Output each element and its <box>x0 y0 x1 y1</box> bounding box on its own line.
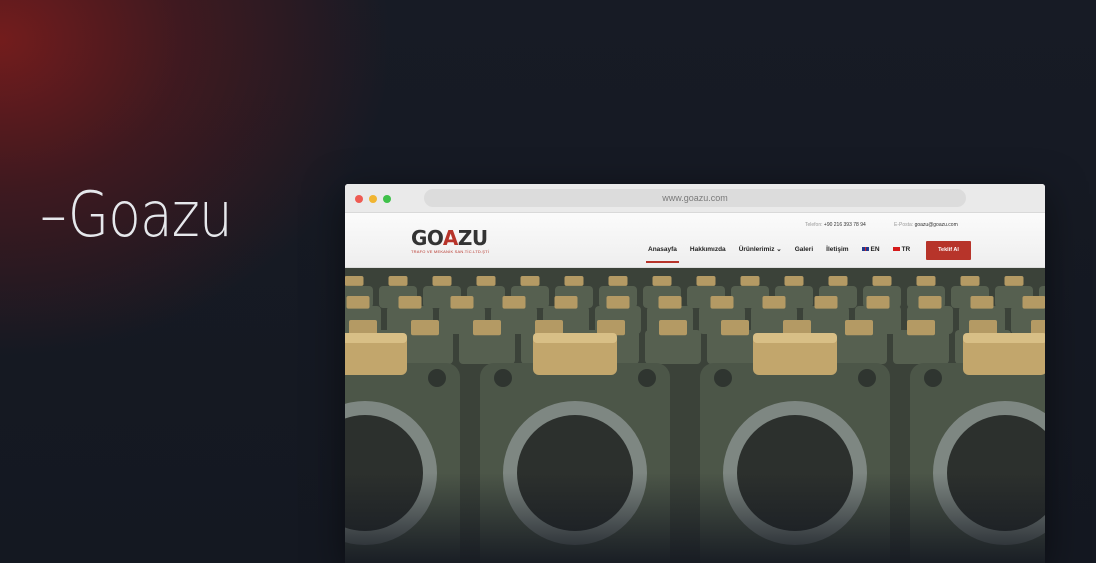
main-nav: Anasayfa Hakkımızda Ürünlerimiz ⌄ Galeri… <box>646 245 923 263</box>
window-maximize-dot[interactable] <box>383 195 391 203</box>
hero-image <box>345 268 1045 563</box>
page-title: –Goazu <box>40 178 233 251</box>
nav-item-iletisim[interactable]: İletişim <box>826 246 848 253</box>
tr-flag-icon <box>892 246 900 251</box>
address-bar[interactable]: www.goazu.com <box>424 189 966 207</box>
browser-toolbar: www.goazu.com <box>345 184 1045 213</box>
nav-item-urunlerimiz[interactable]: Ürünlerimiz ⌄ <box>739 245 782 253</box>
contact-phone[interactable]: Telefon: +90 216 393 78 94 <box>805 222 866 228</box>
window-minimize-dot[interactable] <box>369 195 377 203</box>
logo-subtitle: TRAFO VE MEKANİK SAN.TİC.LTD.ŞTİ <box>411 249 490 254</box>
nav-item-galeri[interactable]: Galeri <box>795 246 813 253</box>
lang-en-link[interactable]: EN <box>861 246 880 253</box>
window-close-dot[interactable] <box>355 195 363 203</box>
site-logo[interactable]: GOAZU TRAFO VE MEKANİK SAN.TİC.LTD.ŞTİ <box>411 228 489 254</box>
hero-fade-overlay <box>345 473 1045 563</box>
title-name: Goazu <box>67 178 233 251</box>
quote-button[interactable]: Teklif Al <box>926 241 971 260</box>
contact-email[interactable]: E-Posta: goazu@goazu.com <box>894 222 958 228</box>
browser-mockup: www.goazu.com GOAZU TRAFO VE MEKANİK SAN… <box>345 184 1045 563</box>
lang-tr-link[interactable]: TR <box>892 246 910 253</box>
logo-wordmark: GOAZU <box>411 226 488 250</box>
site-header: GOAZU TRAFO VE MEKANİK SAN.TİC.LTD.ŞTİ T… <box>345 213 1045 268</box>
nav-item-hakkimizda[interactable]: Hakkımızda <box>690 246 726 253</box>
uk-flag-icon <box>861 246 869 251</box>
nav-item-anasayfa[interactable]: Anasayfa <box>646 246 679 263</box>
title-dash: – <box>40 178 69 251</box>
